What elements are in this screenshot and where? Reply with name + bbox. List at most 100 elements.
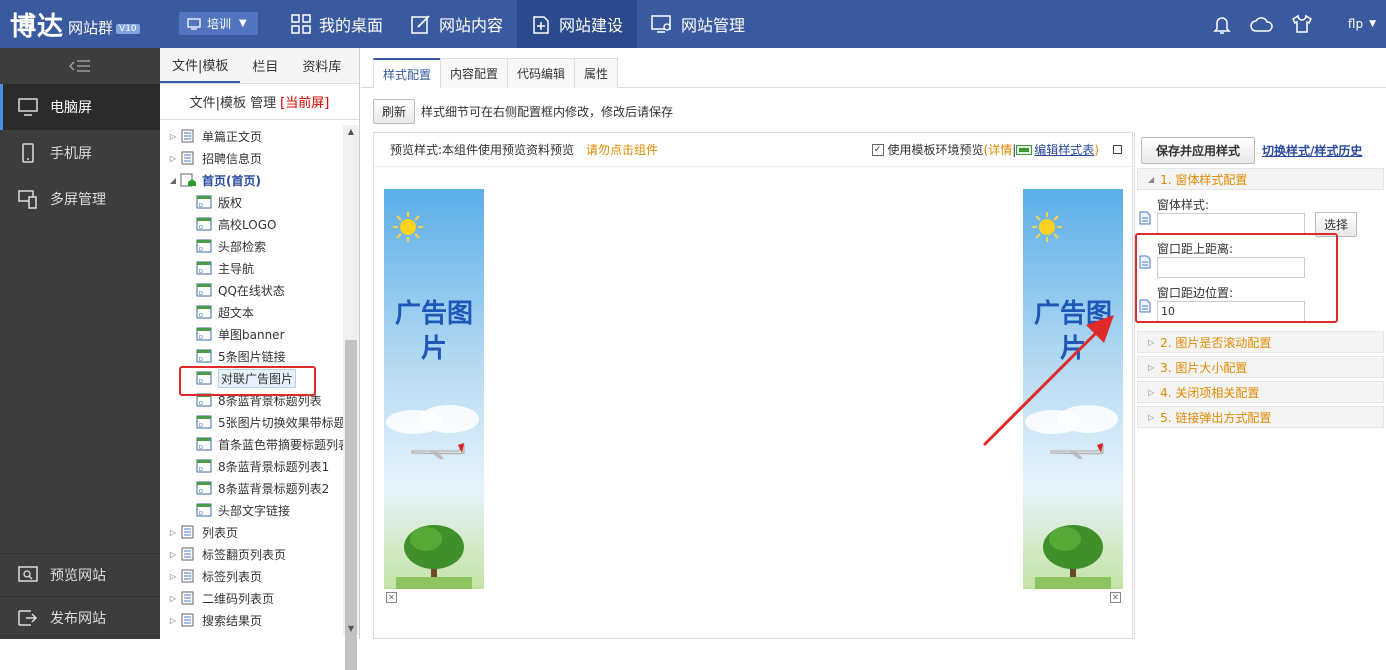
tree-node[interactable]: D QQ在线状态 [160,279,344,301]
tree-node[interactable]: ▷ 单篇正文页 [160,125,344,147]
tree-node-label: 二维码列表页 [202,591,275,606]
expand-arrow-icon[interactable]: ▷ [166,154,180,163]
collapse-menu-icon[interactable] [0,48,160,84]
tree-node[interactable]: ◢ 首页(首页) [160,169,344,191]
tree-node[interactable]: D 高校LOGO [160,213,344,235]
component-icon: D [196,239,212,253]
expand-arrow-icon[interactable]: ▷ [166,550,180,559]
scroll-up-icon[interactable]: ▲ [343,127,359,136]
expand-arrow-icon[interactable]: ▷ [166,528,180,537]
sidebar-item-pc[interactable]: 电脑屏 [0,84,160,130]
scrollbar-thumb[interactable] [345,340,357,670]
user-menu[interactable]: flp ▼ [1348,17,1376,31]
tree-node[interactable]: ▷ 二维码列表页 [160,587,344,609]
sidebar-item-mobile[interactable]: 手机屏 [0,130,160,176]
bell-icon[interactable] [1202,14,1242,34]
triangle-down-icon: ◢ [1148,174,1155,184]
tree-node[interactable]: D 主导航 [160,257,344,279]
refresh-button[interactable]: 刷新 [373,98,416,124]
edit-stylesheet-link[interactable]: 编辑样式表 [1034,141,1094,158]
preview-site-button[interactable]: 预览网站 [0,553,160,596]
publish-icon [18,610,38,626]
tree-scrollbar[interactable]: ▲ ▼ [343,125,359,670]
svg-text:D: D [199,467,203,473]
section-close-options[interactable]: ▷ 4. 关闭项相关配置 [1137,381,1384,403]
tab-content-config[interactable]: 内容配置 [440,58,509,88]
detail-link[interactable]: 详情 [988,141,1012,158]
section-label: 5. 链接弹出方式配置 [1160,410,1272,425]
nav-label: 网站内容 [439,16,504,35]
tree-node-label: 高校LOGO [218,217,277,232]
page-file-icon [181,591,194,605]
sidebar-item-label: 预览网站 [50,568,106,584]
tree-node[interactable]: D 5张图片切换效果带标题 [160,411,344,433]
publish-site-button[interactable]: 发布网站 [0,596,160,639]
expand-arrow-icon[interactable]: ▷ [166,616,180,625]
expand-arrow-icon[interactable]: ◢ [166,176,180,185]
tree-node[interactable]: ▷ 搜索结果页 [160,609,344,631]
tree-node[interactable]: D 头部文字链接 [160,499,344,521]
tree-node[interactable]: ▷ 标签翻页列表页 [160,543,344,565]
component-icon: D [196,195,212,209]
section-label: 3. 图片大小配置 [1160,360,1248,375]
triangle-right-icon: ▷ [1148,387,1155,397]
tree-node[interactable]: D 5条图片链接 [160,345,344,367]
nav-item-manage[interactable]: 网站管理 [637,0,759,48]
tree-node[interactable]: D 8条蓝背景标题列表1 [160,455,344,477]
page-file-icon [181,525,194,539]
tab-columns[interactable]: 栏目 [240,48,290,83]
section-link-popup[interactable]: ▷ 5. 链接弹出方式配置 [1137,406,1384,428]
tree-node-label: 首页(首页) [202,173,261,188]
tab-templates[interactable]: 文件|模板 [160,48,241,83]
use-env-checkbox[interactable]: ✓ [871,143,884,156]
tree-node[interactable]: D 超文本 [160,301,344,323]
sidebar-item-label: 手机屏 [50,146,92,162]
tab-library[interactable]: 资料库 [290,48,353,83]
component-icon: D [196,261,212,275]
tree-node[interactable]: D 单图banner [160,323,344,345]
site-selector[interactable]: 培训 ▼ [179,12,258,35]
tab-style-config[interactable]: 样式配置 [373,58,442,88]
tree-node[interactable]: D 首条蓝色带摘要标题列表 [160,433,344,455]
nav-item-build[interactable]: 网站建设 [517,0,638,48]
section-window-style[interactable]: ◢ 1. 窗体样式配置 [1137,168,1384,190]
nav-item-content[interactable]: 网站内容 [397,0,517,48]
expand-arrow-icon[interactable]: ▷ [166,594,180,603]
edit-icon [411,15,430,34]
section-image-size[interactable]: ▷ 3. 图片大小配置 [1137,356,1384,378]
expand-arrow-icon[interactable]: ▷ [166,572,180,581]
field-label: 窗体样式: [1157,198,1210,212]
component-icon: D [196,217,212,231]
triangle-right-icon: ▷ [1148,362,1155,372]
nav-item-desktop[interactable]: 我的桌面 [277,0,397,48]
style-history-link[interactable]: 切换样式/样式历史 [1262,142,1362,159]
monitor-icon [187,17,201,30]
preview-icon [18,566,38,582]
tree-node[interactable]: ▷ 招聘信息页 [160,147,344,169]
tree-node[interactable]: ▷ 标签列表页 [160,565,344,587]
highlight-annotation [179,366,316,396]
current-screen-label: [当前屏] [280,96,330,111]
save-apply-button[interactable]: 保存并应用样式 [1141,136,1256,164]
maximize-icon[interactable] [1113,145,1122,154]
tree-node[interactable]: D 头部检索 [160,235,344,257]
section-image-scroll[interactable]: ▷ 2. 图片是否滚动配置 [1137,331,1384,353]
use-env-label: 使用模板环境预览 [887,143,984,157]
tab-properties[interactable]: 属性 [574,58,619,88]
tree-tabs: 文件|模板 栏目 资料库 [160,48,359,84]
sidebar-item-multiscreen[interactable]: 多屏管理 [0,176,160,222]
tree-node[interactable]: ▷ 列表页 [160,521,344,543]
scroll-down-icon[interactable]: ▼ [343,624,359,633]
tree-node[interactable]: D 8条蓝背景标题列表2 [160,477,344,499]
svg-text:D: D [199,203,203,209]
tree-node[interactable]: D 版权 [160,191,344,213]
tab-code-edit[interactable]: 代码编辑 [507,58,576,88]
cloud-icon[interactable] [1242,15,1282,33]
section-label: 2. 图片是否滚动配置 [1160,335,1272,350]
tshirt-icon[interactable] [1282,14,1322,34]
banner-text: 广告图片 [394,299,473,364]
expand-arrow-icon[interactable]: ▷ [166,132,180,141]
window-style-input[interactable] [1157,213,1305,234]
close-icon[interactable]: ✕ [386,592,397,603]
close-icon[interactable]: ✕ [1110,592,1121,603]
